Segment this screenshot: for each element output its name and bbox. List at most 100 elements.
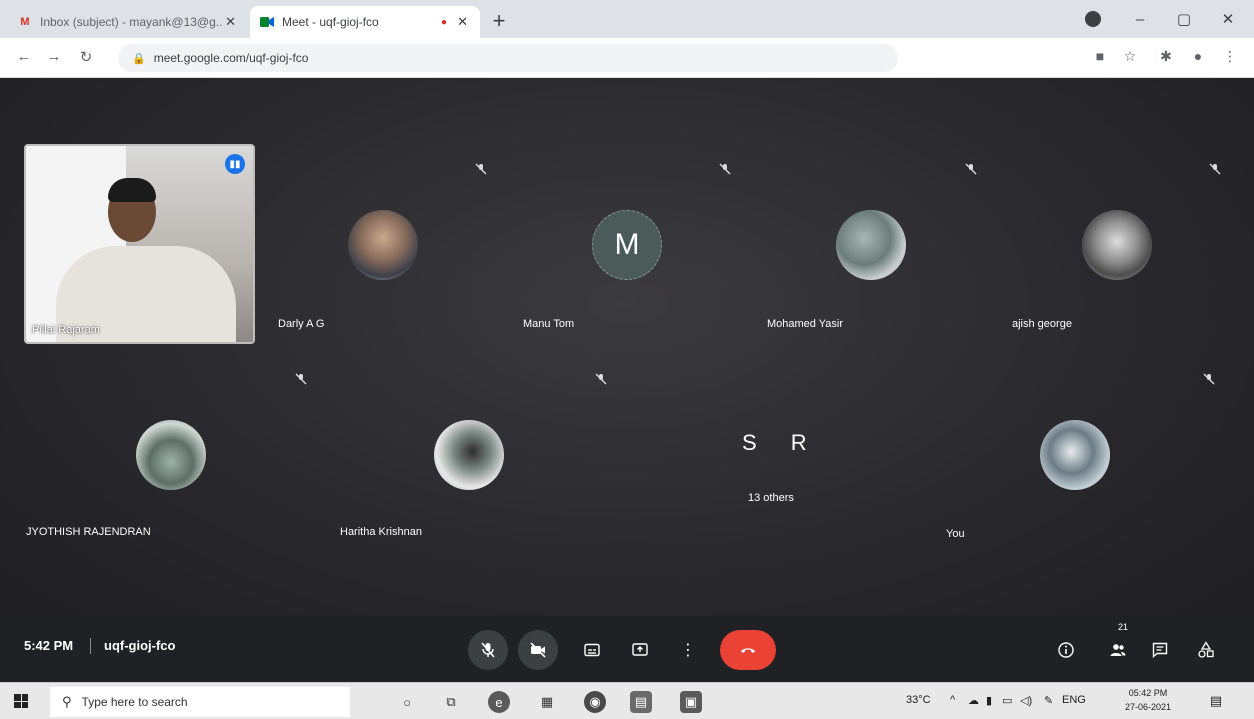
- meeting-grid: ▮▮ Pillai Rajaram Darly A G M Manu Tom M…: [0, 78, 1254, 640]
- photos-icon[interactable]: ▣: [680, 691, 702, 713]
- participant-name: You: [946, 528, 965, 540]
- others-count: 13 others: [748, 492, 794, 504]
- windows-taskbar: ⚲ Type here to search ○ ⧉ e ▦ ◉ ▤ ▣ 33°C…: [0, 682, 1254, 719]
- minimize-button[interactable]: –: [1120, 6, 1160, 32]
- captions-icon: [584, 643, 600, 657]
- meeting-details-button[interactable]: [1046, 630, 1086, 670]
- participant-avatar: [836, 210, 906, 280]
- info-icon: [1058, 642, 1074, 658]
- cortana-icon[interactable]: ○: [396, 691, 418, 713]
- close-window-button[interactable]: ✕: [1208, 6, 1248, 32]
- extensions-puzzle-icon[interactable]: ✱: [1156, 48, 1176, 65]
- participant-name: Haritha Krishnan: [340, 526, 422, 538]
- mic-off-icon: [594, 372, 608, 386]
- more-options-button[interactable]: ⋮: [668, 630, 708, 670]
- chrome-icon[interactable]: ◉: [584, 691, 606, 713]
- maximize-button[interactable]: ▢: [1164, 6, 1204, 32]
- tray-chevron-icon[interactable]: ^: [950, 694, 955, 706]
- tab-meet[interactable]: Meet - uqf-gioj-fco ● ✕: [250, 6, 480, 38]
- camera-off-icon: [530, 642, 546, 658]
- mic-off-icon: [294, 372, 308, 386]
- participant-avatar: [434, 420, 504, 490]
- self-name: Pillai Rajaram: [32, 324, 100, 336]
- meeting-clock: 5:42 PM: [24, 638, 74, 653]
- camera-extension-icon[interactable]: ■: [1090, 48, 1110, 64]
- activities-button[interactable]: [1186, 630, 1226, 670]
- speaking-indicator-icon: ▮▮: [225, 154, 245, 174]
- participant-avatar: [1082, 210, 1152, 280]
- others-tile[interactable]: S R: [742, 430, 807, 456]
- mic-off-icon: [964, 162, 978, 176]
- forward-arrow-icon[interactable]: →: [44, 48, 64, 65]
- camera-toggle-button[interactable]: [518, 630, 558, 670]
- tab-title: Meet - uqf-gioj-fco: [282, 15, 379, 29]
- pen-icon[interactable]: ✎: [1044, 694, 1053, 707]
- windows-start-icon[interactable]: [14, 694, 28, 708]
- mic-off-icon: [474, 162, 488, 176]
- others-initial: S: [742, 430, 757, 455]
- chat-button[interactable]: [1140, 630, 1180, 670]
- bookmark-star-icon[interactable]: ☆: [1120, 48, 1140, 65]
- tab-close-icon[interactable]: ✕: [223, 14, 238, 30]
- participant-name: Darly A G: [278, 318, 325, 330]
- back-arrow-icon[interactable]: ←: [14, 48, 34, 65]
- mic-off-icon: [718, 162, 732, 176]
- onedrive-icon[interactable]: ☁: [968, 694, 979, 707]
- new-tab-button[interactable]: +: [486, 8, 512, 34]
- captions-button[interactable]: [572, 630, 612, 670]
- participants-count-badge: 21: [1118, 622, 1129, 632]
- leave-call-button[interactable]: [720, 630, 776, 670]
- weather-temperature[interactable]: 33°C: [906, 694, 931, 706]
- url-text: meet.google.com/uqf-gioj-fco: [153, 51, 309, 65]
- tab-title: Inbox (subject) - mayank@13@g...: [40, 15, 224, 29]
- self-video-tile[interactable]: ▮▮ Pillai Rajaram: [24, 144, 255, 344]
- hang-up-icon: [741, 648, 755, 653]
- browser-toolbar: ← → ↻ 🔒 meet.google.com/uqf-gioj-fco ■ ☆…: [0, 38, 1254, 78]
- tab-close-icon[interactable]: ✕: [455, 14, 470, 30]
- battery-icon[interactable]: ▮: [986, 694, 992, 707]
- others-initial: R: [790, 430, 807, 455]
- clock-time: 05:42 PM: [1128, 688, 1168, 698]
- divider: [90, 638, 91, 654]
- participant-avatar: [348, 210, 418, 280]
- task-view-icon[interactable]: ⧉: [440, 691, 462, 713]
- participant-avatar: [136, 420, 206, 490]
- notifications-icon[interactable]: ▤: [1206, 691, 1226, 711]
- tab-gmail[interactable]: M Inbox (subject) - mayank@13@g... ✕: [8, 6, 248, 38]
- gmail-icon: M: [20, 16, 30, 28]
- lock-icon: 🔒: [132, 52, 146, 65]
- edge-browser-icon[interactable]: e: [488, 691, 510, 713]
- volume-icon[interactable]: ◁): [1020, 694, 1032, 707]
- activities-shapes-icon: [1198, 641, 1214, 658]
- mic-off-icon: [1202, 372, 1216, 386]
- participant-name: JYOTHISH RAJENDRAN: [26, 526, 151, 538]
- mic-off-icon: [481, 642, 495, 658]
- taskbar-search-box[interactable]: ⚲ Type here to search: [50, 687, 350, 717]
- recording-dot-icon: ●: [441, 16, 448, 28]
- mic-toggle-button[interactable]: [468, 630, 508, 670]
- address-bar[interactable]: 🔒 meet.google.com/uqf-gioj-fco: [118, 44, 898, 72]
- search-icon: ⚲: [62, 694, 72, 709]
- participant-name: ajish george: [1012, 318, 1072, 330]
- reload-icon[interactable]: ↻: [76, 48, 96, 66]
- profile-avatar-icon[interactable]: ●: [1188, 48, 1208, 64]
- chrome-menu-icon[interactable]: ⋮: [1220, 48, 1240, 65]
- chat-icon: [1152, 642, 1168, 659]
- file-explorer-icon[interactable]: ▤: [630, 691, 652, 713]
- network-icon[interactable]: ▭: [1002, 694, 1012, 707]
- video-person-hair: [108, 178, 156, 202]
- clock-date: 27-06-2021: [1124, 702, 1172, 712]
- present-icon: [632, 643, 648, 656]
- language-indicator[interactable]: ENG: [1062, 694, 1086, 706]
- participant-avatar: [1040, 420, 1110, 490]
- meeting-code: uqf-gioj-fco: [104, 638, 176, 653]
- profile-icon[interactable]: [1085, 11, 1101, 27]
- participant-avatar: M: [592, 210, 662, 280]
- people-icon: [1110, 644, 1126, 656]
- system-clock[interactable]: 05:42 PM 27-06-2021: [1120, 686, 1176, 714]
- mic-off-icon: [1208, 162, 1222, 176]
- store-icon[interactable]: ▦: [536, 691, 558, 713]
- meeting-control-bar: 5:42 PM uqf-gioj-fco ⋮ 21: [0, 616, 1254, 682]
- present-screen-button[interactable]: [620, 630, 660, 670]
- participants-button[interactable]: [1098, 630, 1138, 670]
